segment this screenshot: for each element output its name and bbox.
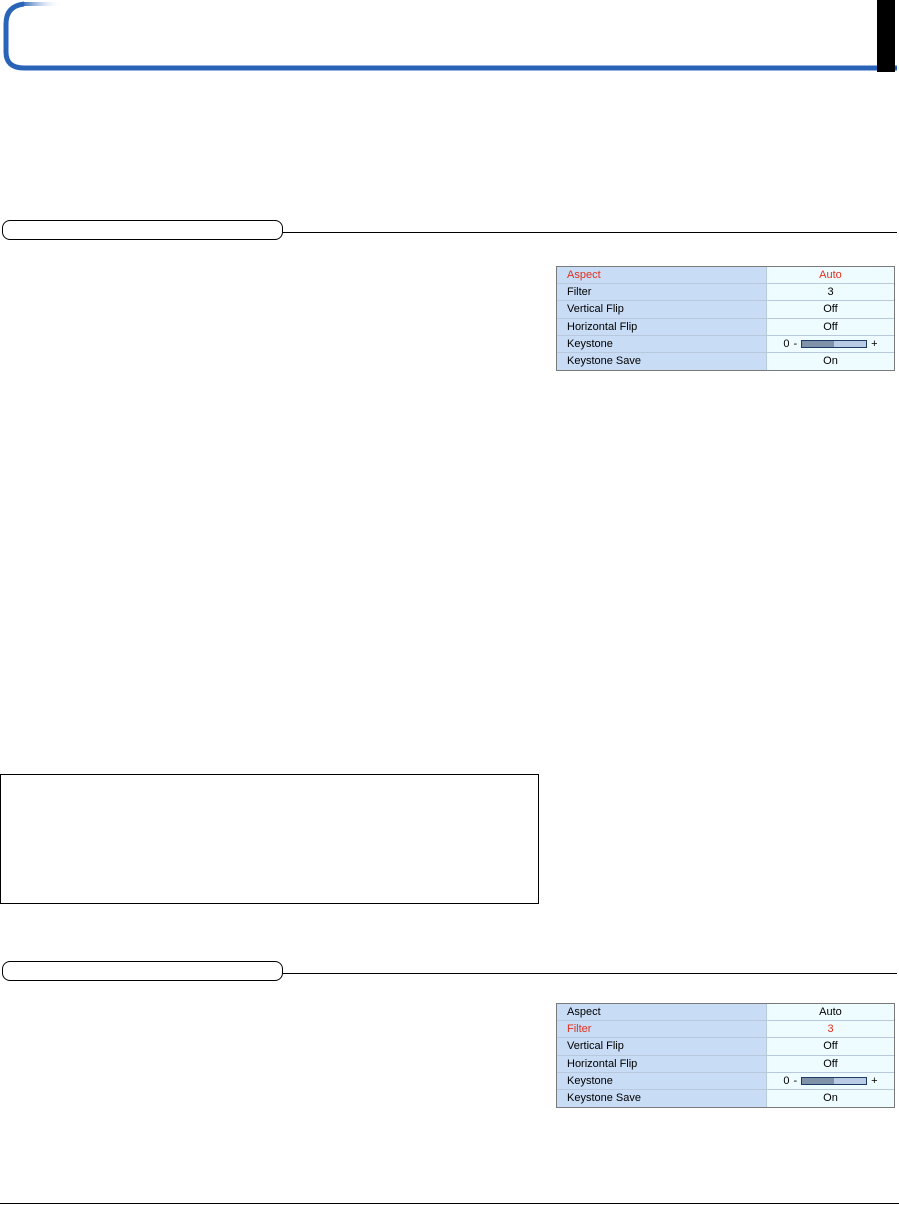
footer-rule: [0, 1203, 899, 1204]
osd-row-label: Keystone Save: [557, 1089, 767, 1108]
section-heading-rule: [283, 232, 897, 233]
osd-row-label: Keystone Save: [557, 352, 767, 371]
osd-row-label: Filter: [557, 284, 767, 301]
osd-menu-aspect-selected: Aspect Auto Filter 3 Vertical Flip Off Horizon…: [556, 266, 895, 372]
keystone-slider[interactable]: 0- +: [767, 1073, 894, 1089]
section-heading-1: [0, 220, 899, 242]
slider-fill: [802, 340, 835, 347]
osd-row-value: Off: [767, 1038, 894, 1055]
osd-row-vertical-flip[interactable]: Vertical Flip Off: [557, 1038, 894, 1056]
osd-row-filter[interactable]: Filter 3: [557, 284, 894, 302]
osd-row-label: Filter: [557, 1021, 767, 1038]
osd-row-value: 0- +: [767, 335, 894, 352]
slider-minus: -: [793, 337, 798, 350]
slider-value: 0: [783, 337, 790, 350]
osd-row-value: On: [767, 352, 894, 371]
osd-menu-filter-selected: Aspect Auto Filter 3 Vertical Flip Off Horizon…: [556, 1003, 895, 1109]
osd-row-value: On: [767, 1089, 894, 1108]
osd-row-aspect[interactable]: Aspect Auto: [557, 1004, 894, 1022]
osd-row-label: Keystone: [557, 1072, 767, 1089]
slider-track[interactable]: [801, 1076, 868, 1085]
osd-row-keystone[interactable]: Keystone 0- +: [557, 335, 894, 353]
osd-row-horizontal-flip[interactable]: Horizontal Flip Off: [557, 1055, 894, 1073]
slider-track[interactable]: [801, 339, 868, 348]
osd-row-label: Vertical Flip: [557, 301, 767, 318]
section-heading-2: [0, 961, 899, 983]
osd-row-label: Horizontal Flip: [557, 1055, 767, 1072]
osd-row-value: Auto: [767, 1004, 894, 1021]
osd-row-value: 3: [767, 284, 894, 301]
slider-plus: +: [871, 337, 878, 350]
osd-row-horizontal-flip[interactable]: Horizontal Flip Off: [557, 318, 894, 336]
osd-row-aspect[interactable]: Aspect Auto: [557, 267, 894, 285]
slider-fill: [802, 1077, 835, 1084]
slider-plus: +: [871, 1074, 878, 1087]
osd-row-value: Off: [767, 301, 894, 318]
osd-row-filter[interactable]: Filter 3: [557, 1021, 894, 1039]
osd-row-label: Keystone: [557, 335, 767, 352]
section-heading-pill: [2, 961, 283, 981]
note-box: [0, 774, 539, 904]
page-tab-marker: [877, 0, 895, 72]
keystone-slider[interactable]: 0- +: [767, 336, 894, 352]
osd-row-keystone[interactable]: Keystone 0- +: [557, 1072, 894, 1090]
page-header-tab: [0, 0, 899, 72]
slider-value: 0: [783, 1074, 790, 1087]
osd-row-value: Off: [767, 1055, 894, 1072]
section-heading-pill: [2, 220, 283, 240]
osd-row-vertical-flip[interactable]: Vertical Flip Off: [557, 301, 894, 319]
osd-row-label: Vertical Flip: [557, 1038, 767, 1055]
osd-row-label: Aspect: [557, 267, 767, 284]
osd-row-value: 3: [767, 1021, 894, 1038]
osd-row-keystone-save[interactable]: Keystone Save On: [557, 1089, 894, 1108]
slider-minus: -: [793, 1074, 798, 1087]
osd-row-label: Aspect: [557, 1004, 767, 1021]
osd-row-value: Off: [767, 318, 894, 335]
osd-row-value: Auto: [767, 267, 894, 284]
osd-row-label: Horizontal Flip: [557, 318, 767, 335]
osd-row-keystone-save[interactable]: Keystone Save On: [557, 352, 894, 371]
osd-row-value: 0- +: [767, 1072, 894, 1089]
header-tab-graphic: [3, 1, 897, 71]
section-heading-rule: [283, 973, 897, 974]
